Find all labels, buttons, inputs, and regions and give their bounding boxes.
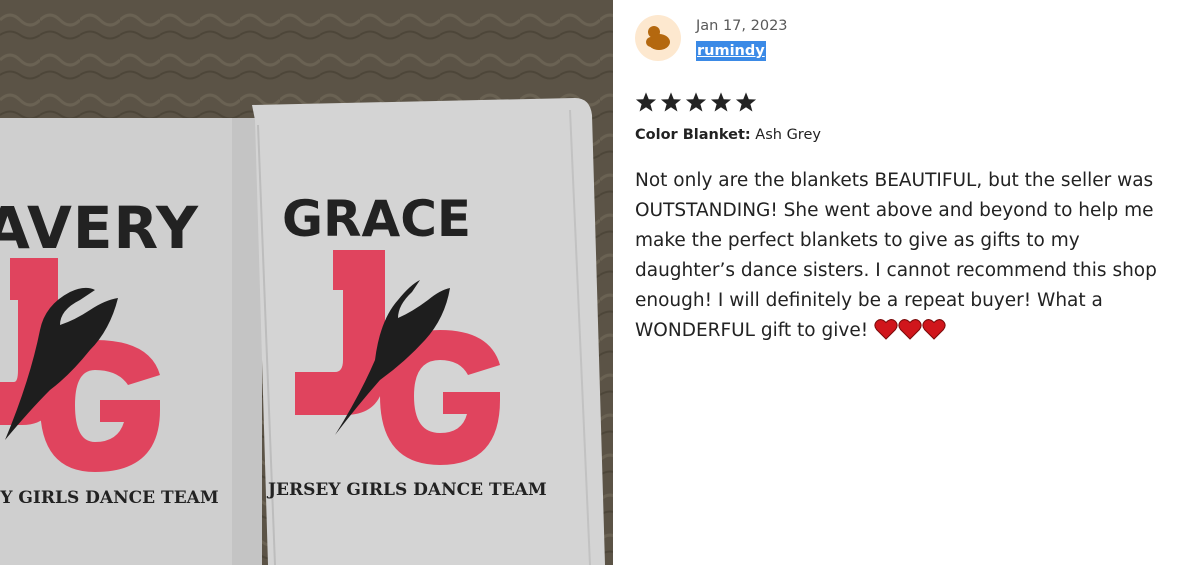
star-icon <box>685 92 707 112</box>
star-icon <box>660 92 682 112</box>
review-date: Jan 17, 2023 <box>696 18 788 34</box>
reviewer-username[interactable]: rumindy <box>696 41 766 61</box>
star-icon <box>735 92 757 112</box>
rating-stars <box>635 91 757 113</box>
star-icon <box>710 92 732 112</box>
review-text: Not only are the blankets BEAUTIFUL, but… <box>635 170 1157 341</box>
right-blanket-name: GRACE <box>282 190 471 248</box>
left-blanket-name: AVERY <box>0 194 199 262</box>
review-photo[interactable]: AVERY GRACE JERSEY GIRLS DANCE TEAM JERS… <box>0 0 613 565</box>
star-icon <box>635 92 657 112</box>
heart-icon <box>922 319 946 340</box>
review-panel: Jan 17, 2023 rumindy Color Blanket: Ash … <box>613 0 1179 565</box>
heart-icon <box>874 319 898 340</box>
variation-value: Ash Grey <box>755 127 821 143</box>
heart-icon <box>898 319 922 340</box>
blanket-photo-image: AVERY GRACE JERSEY GIRLS DANCE TEAM JERS… <box>0 0 613 565</box>
variation-info: Color Blanket: Ash Grey <box>635 127 821 143</box>
right-team-name: JERSEY GIRLS DANCE TEAM <box>266 480 547 500</box>
left-team-name: JERSEY GIRLS DANCE TEAM <box>0 488 219 508</box>
variation-label: Color Blanket: <box>635 127 751 143</box>
review-text-block: Not only are the blankets BEAUTIFUL, but… <box>635 166 1175 346</box>
avatar-icon[interactable] <box>635 15 681 61</box>
